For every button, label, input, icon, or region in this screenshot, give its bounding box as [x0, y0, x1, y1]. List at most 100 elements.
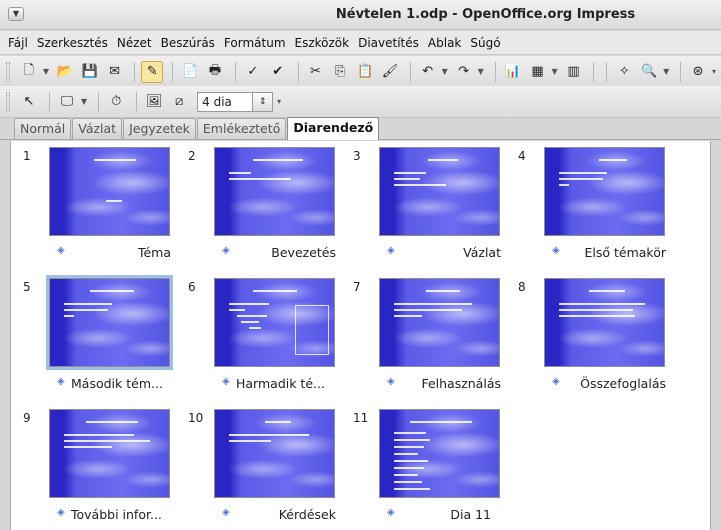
transition-dropdown-icon[interactable]: ▼: [81, 97, 87, 106]
email-icon[interactable]: ✉: [104, 61, 126, 83]
title-bar: ▼ Névtelen 1.odp - OpenOffice.org Impres…: [0, 0, 721, 30]
slide-title: Bevezetés: [271, 245, 336, 260]
chart-icon[interactable]: 📊: [502, 61, 524, 83]
copy-icon[interactable]: ⎘: [329, 61, 351, 83]
slide-transition-icon[interactable]: ◈: [57, 376, 65, 387]
redo-dropdown-icon[interactable]: ▼: [478, 67, 484, 76]
slide-cell[interactable]: 1 ◈ Téma: [11, 141, 171, 269]
undo-dropdown-icon[interactable]: ▼: [442, 67, 448, 76]
toolbar-separator: [494, 61, 496, 82]
toolbar-overflow-icon[interactable]: ▾: [277, 97, 281, 106]
open-folder-icon[interactable]: 📂: [54, 61, 76, 83]
spellcheck-icon[interactable]: ✓: [242, 61, 264, 83]
display-grid-icon[interactable]: ▥: [563, 61, 585, 83]
select-arrow-icon[interactable]: ↖: [18, 91, 40, 113]
toolbar-separator: [297, 61, 299, 82]
slide-cell[interactable]: 2 ◈ Bevezetés: [176, 141, 336, 269]
slide-transition-icon[interactable]: ◈: [57, 507, 65, 518]
slide-title: Harmadik té...: [236, 376, 325, 391]
tab-normal[interactable]: Normál: [14, 118, 72, 139]
show-slide-icon[interactable]: 🖼: [143, 91, 165, 113]
toolbar-separator: [409, 61, 411, 82]
slide-cell[interactable]: 8 ◈ Összefoglalás: [506, 272, 666, 400]
slide-transition-icon[interactable]: ◈: [387, 376, 395, 387]
autospellcheck-icon[interactable]: ✔: [267, 61, 289, 83]
slide-thumbnail[interactable]: [544, 278, 665, 367]
rehearse-timings-icon[interactable]: ⏱: [105, 91, 127, 113]
redo-icon[interactable]: ↷: [453, 61, 475, 83]
navigator-icon[interactable]: ✧: [613, 61, 635, 83]
slide-transition-icon[interactable]: ◈: [222, 507, 230, 518]
slide-thumbnail[interactable]: [379, 409, 500, 498]
slide-title: Téma: [137, 245, 171, 260]
tab-slide-sorter[interactable]: Diarendező: [287, 117, 380, 140]
menu-tools[interactable]: Eszközök: [295, 36, 350, 50]
slides-per-row-field[interactable]: 4 dia: [197, 91, 254, 112]
hide-slide-icon[interactable]: ⧄: [168, 91, 190, 113]
slide-transition-icon[interactable]: ◈: [222, 245, 230, 256]
slide-transition-icon[interactable]: 🖵: [56, 91, 78, 113]
menu-insert[interactable]: Beszúrás: [161, 36, 215, 50]
slide-cell[interactable]: 10 ◈ Kérdések: [176, 403, 336, 530]
menu-help[interactable]: Súgó: [470, 36, 500, 50]
slide-cell[interactable]: 7 ◈ Felhasználás: [341, 272, 501, 400]
save-icon[interactable]: 💾: [79, 61, 101, 83]
menu-window[interactable]: Ablak: [428, 36, 461, 50]
slide-transition-icon[interactable]: ◈: [57, 245, 65, 256]
slide-cell[interactable]: 11 ◈ Dia 11: [341, 403, 501, 530]
toolbar-separator: [49, 91, 50, 112]
toolbar-grip[interactable]: [6, 91, 10, 112]
slide-thumbnail[interactable]: [379, 147, 500, 236]
slide-thumbnail[interactable]: [214, 147, 335, 236]
slide-transition-icon[interactable]: ◈: [222, 376, 230, 387]
slide-number: 2: [188, 149, 196, 163]
tab-notes[interactable]: Jegyzetek: [123, 118, 196, 139]
slide-sorter-toolbar: ↖ 🖵 ▼ ⏱ 🖼 ⧄ 4 dia ⇕ ▾: [0, 86, 721, 118]
slide-number: 4: [518, 149, 526, 163]
slide-thumbnail[interactable]: [544, 147, 665, 236]
tab-handout[interactable]: Emlékeztető: [196, 118, 287, 139]
toolbar-separator: [136, 91, 138, 112]
table-dropdown-icon[interactable]: ▼: [551, 67, 557, 76]
zoom-dropdown-icon[interactable]: ▼: [663, 67, 669, 76]
slide-thumbnail[interactable]: [214, 278, 335, 367]
help-icon[interactable]: ⊛: [687, 61, 709, 83]
print-icon[interactable]: 🖶: [204, 61, 226, 83]
slides-per-row-spinner-icon[interactable]: ⇕: [253, 91, 274, 112]
slide-thumbnail[interactable]: [379, 278, 500, 367]
export-pdf-icon[interactable]: 📄: [179, 61, 201, 83]
slide-thumbnail[interactable]: [49, 409, 170, 498]
slide-thumbnail[interactable]: [49, 147, 170, 236]
paste-icon[interactable]: 📋: [354, 61, 376, 83]
toolbar-grip[interactable]: [6, 61, 10, 82]
slide-title: Dia 11: [450, 507, 491, 522]
toolbar-overflow-icon[interactable]: ▾: [712, 67, 716, 76]
menu-slideshow[interactable]: Diavetítés: [358, 36, 419, 50]
slide-sorter-pane[interactable]: 1 ◈ Téma 2 ◈ Bevezetés 3 ◈ Vázlat 4 ◈ El…: [10, 141, 711, 530]
new-document-icon[interactable]: 🗋: [18, 61, 40, 83]
menu-format[interactable]: Formátum: [224, 36, 286, 50]
slide-cell[interactable]: 4 ◈ Első témakör: [506, 141, 666, 269]
slide-transition-icon[interactable]: ◈: [387, 507, 395, 518]
slide-number: 10: [188, 411, 204, 425]
zoom-icon[interactable]: 🔍: [638, 61, 660, 83]
undo-icon[interactable]: ↶: [417, 61, 439, 83]
menu-edit[interactable]: Szerkesztés: [37, 36, 108, 50]
slide-transition-icon[interactable]: ◈: [552, 245, 560, 256]
slide-cell[interactable]: 3 ◈ Vázlat: [341, 141, 501, 269]
slide-cell[interactable]: 9 ◈ További infor...: [11, 403, 171, 530]
slide-transition-icon[interactable]: ◈: [552, 376, 560, 387]
slide-thumbnail-selected[interactable]: [46, 275, 173, 370]
format-paintbrush-icon[interactable]: 🖌: [379, 61, 401, 83]
slide-cell[interactable]: 6 ◈ Harmadik té...: [176, 272, 336, 400]
tab-outline[interactable]: Vázlat: [72, 118, 123, 139]
menu-view[interactable]: Nézet: [117, 36, 152, 50]
new-dropdown-icon[interactable]: ▼: [43, 67, 49, 76]
menu-file[interactable]: Fájl: [8, 36, 28, 50]
edit-file-icon[interactable]: ✎: [141, 60, 164, 83]
slide-cell[interactable]: 5 ◈ Második tém...: [11, 272, 173, 400]
slide-transition-icon[interactable]: ◈: [387, 245, 395, 256]
slide-thumbnail[interactable]: [214, 409, 335, 498]
table-icon[interactable]: ▦: [527, 61, 549, 83]
cut-icon[interactable]: ✂: [305, 61, 327, 83]
